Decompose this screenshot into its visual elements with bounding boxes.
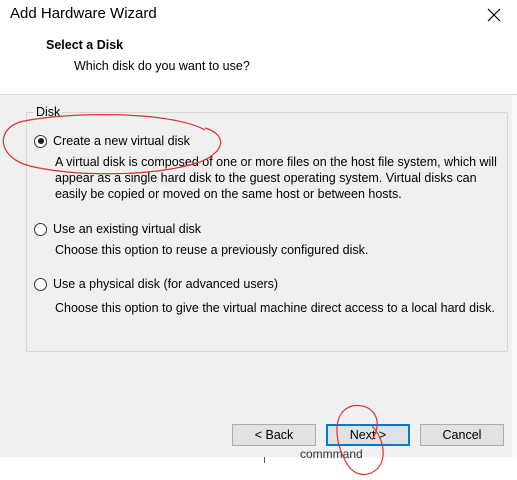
window-title: Add Hardware Wizard xyxy=(10,5,157,22)
wizard-header: Select a Disk Which disk do you want to … xyxy=(0,30,517,95)
back-button[interactable]: < Back xyxy=(232,424,316,446)
divider xyxy=(264,457,265,463)
title-bar: Add Hardware Wizard xyxy=(0,0,517,30)
cancel-button[interactable]: Cancel xyxy=(420,424,504,446)
background-window-strip: commmand xyxy=(0,447,517,480)
close-button[interactable] xyxy=(481,3,507,27)
option-label: Use an existing virtual disk xyxy=(53,222,201,236)
wizard-body: Disk Create a new virtual disk A virtual… xyxy=(0,95,512,457)
option-use-existing-disk[interactable]: Use an existing virtual disk xyxy=(34,222,201,236)
disk-group-label: Disk xyxy=(34,105,63,119)
background-text: commmand xyxy=(300,447,363,461)
option-physical-disk[interactable]: Use a physical disk (for advanced users) xyxy=(34,277,278,291)
close-icon xyxy=(487,8,501,22)
radio-use-existing-disk[interactable] xyxy=(34,222,47,236)
radio-create-new-disk[interactable] xyxy=(34,134,47,148)
option-label: Create a new virtual disk xyxy=(53,134,190,148)
option-create-new-disk[interactable]: Create a new virtual disk xyxy=(34,134,190,148)
option-description: A virtual disk is composed of one or mor… xyxy=(55,155,497,201)
window-edge xyxy=(512,95,517,457)
option-label: Use a physical disk (for advanced users) xyxy=(53,277,279,291)
next-button[interactable]: Next > xyxy=(326,424,410,446)
page-subtitle: Which disk do you want to use? xyxy=(74,59,250,73)
page-title: Select a Disk xyxy=(46,38,124,52)
option-description: Choose this option to give the virtual m… xyxy=(55,301,495,315)
radio-physical-disk[interactable] xyxy=(34,277,47,291)
option-description: Choose this option to reuse a previously… xyxy=(55,243,369,257)
